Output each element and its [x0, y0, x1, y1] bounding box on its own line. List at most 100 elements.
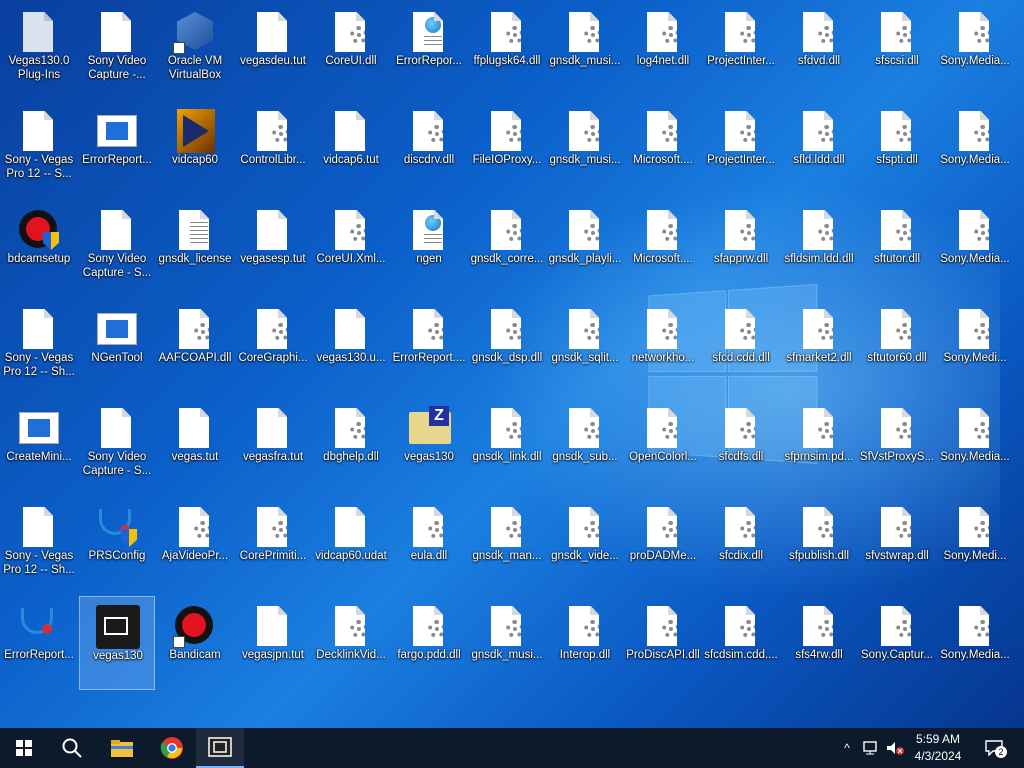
desktop-icon[interactable]: sfspti.dll	[859, 101, 935, 195]
desktop-icon[interactable]: Sony - Vegas Pro 12 -- S...	[1, 101, 77, 195]
desktop-icon[interactable]: vegas130	[391, 398, 467, 492]
desktop-icon[interactable]: gnsdk_musi...	[469, 596, 545, 690]
desktop-icon[interactable]: OpenColorl...	[625, 398, 701, 492]
desktop-icon[interactable]: ngen	[391, 200, 467, 294]
desktop-icon[interactable]: bdcamsetup	[1, 200, 77, 294]
desktop-icon[interactable]: vidcap6.tut	[313, 101, 389, 195]
desktop-icon[interactable]: sftutor60.dll	[859, 299, 935, 393]
action-center-button[interactable]: 2	[978, 728, 1010, 768]
desktop-icon[interactable]: eula.dll	[391, 497, 467, 591]
desktop-icon[interactable]: Sony.Media...	[937, 200, 1013, 294]
desktop-icon[interactable]: vidcap60	[157, 101, 233, 195]
desktop-icon[interactable]: gnsdk_sub...	[547, 398, 623, 492]
desktop-icon[interactable]: sfpublish.dll	[781, 497, 857, 591]
desktop-icon[interactable]: Sony - Vegas Pro 12 -- Sh...	[1, 299, 77, 393]
desktop-icon[interactable]: Sony.Medi...	[937, 299, 1013, 393]
taskbar-file-explorer[interactable]	[98, 728, 146, 768]
desktop-icon[interactable]: networkho...	[625, 299, 701, 393]
desktop-icon[interactable]: sfld.ldd.dll	[781, 101, 857, 195]
desktop-icon[interactable]: sfcdfs.dll	[703, 398, 779, 492]
desktop-icon[interactable]: Oracle VM VirtualBox	[157, 2, 233, 96]
desktop-icon[interactable]: vegasdeu.tut	[235, 2, 311, 96]
desktop-icon[interactable]: Sony.Media...	[937, 2, 1013, 96]
desktop-icon[interactable]: sfldsim.ldd.dll	[781, 200, 857, 294]
desktop-icon[interactable]: ProDiscAPI.dll	[625, 596, 701, 690]
desktop-icon[interactable]: Sony Video Capture - S...	[79, 398, 155, 492]
desktop-icon[interactable]: gnsdk_playli...	[547, 200, 623, 294]
desktop-icon[interactable]: gnsdk_link.dll	[469, 398, 545, 492]
desktop-icon[interactable]: AjaVideoPr...	[157, 497, 233, 591]
desktop-icon[interactable]: Microsoft....	[625, 101, 701, 195]
desktop-icon[interactable]: gnsdk_musi...	[547, 101, 623, 195]
desktop-icon[interactable]: sftutor.dll	[859, 200, 935, 294]
desktop-icon[interactable]: Sony Video Capture -...	[79, 2, 155, 96]
show-hidden-icons-button[interactable]: ^	[836, 728, 858, 768]
desktop-icon[interactable]: vegas130.u...	[313, 299, 389, 393]
desktop-icon[interactable]: CoreUI.dll	[313, 2, 389, 96]
desktop-icon[interactable]: Sony.Captur...	[859, 596, 935, 690]
desktop-icon[interactable]: Sony Video Capture - S...	[79, 200, 155, 294]
desktop-icon[interactable]: ErrorReport...	[1, 596, 77, 690]
desktop-icon[interactable]: vegasjpn.tut	[235, 596, 311, 690]
desktop-icon[interactable]: ErrorReport...	[79, 101, 155, 195]
desktop-icon[interactable]: sfcd.cdd.dll	[703, 299, 779, 393]
desktop-icon[interactable]: CreateMini...	[1, 398, 77, 492]
desktop-icon[interactable]: Sony.Media...	[937, 596, 1013, 690]
desktop-icon[interactable]: AAFCOAPI.dll	[157, 299, 233, 393]
desktop-icon[interactable]: vegas130	[79, 596, 155, 690]
desktop-icon[interactable]: CorePrimiti...	[235, 497, 311, 591]
desktop-icon[interactable]: Sony - Vegas Pro 12 -- Sh...	[1, 497, 77, 591]
desktop-icon[interactable]: Microsoft....	[625, 200, 701, 294]
desktop-icon[interactable]: sfapprw.dll	[703, 200, 779, 294]
desktop-icon[interactable]: sfs4rw.dll	[781, 596, 857, 690]
start-button[interactable]	[0, 728, 48, 768]
desktop-icon[interactable]: SfVstProxyS...	[859, 398, 935, 492]
desktop-icon[interactable]: NGenTool	[79, 299, 155, 393]
desktop-icon[interactable]: fargo.pdd.dll	[391, 596, 467, 690]
desktop-icon[interactable]: PRSConfig	[79, 497, 155, 591]
desktop-icon[interactable]: vidcap60.udat	[313, 497, 389, 591]
volume-button[interactable]	[884, 728, 906, 768]
clock[interactable]: 5:59 AM 4/3/2024	[906, 731, 970, 765]
desktop-icon[interactable]: DecklinkVid...	[313, 596, 389, 690]
desktop-icon[interactable]: ErrorRepor...	[391, 2, 467, 96]
desktop-icon[interactable]: gnsdk_vide...	[547, 497, 623, 591]
taskbar-google-chrome[interactable]	[148, 728, 196, 768]
desktop-icon[interactable]: gnsdk_corre...	[469, 200, 545, 294]
desktop-icon[interactable]: Vegas130.0 Plug-Ins	[1, 2, 77, 96]
search-button[interactable]	[48, 728, 96, 768]
desktop-icon[interactable]: Bandicam	[157, 596, 233, 690]
desktop-icon[interactable]: discdrv.dll	[391, 101, 467, 195]
desktop-icon[interactable]: sfvstwrap.dll	[859, 497, 935, 591]
desktop-icon[interactable]: ErrorReport....	[391, 299, 467, 393]
network-button[interactable]	[860, 728, 882, 768]
desktop-icon[interactable]: sfscsi.dll	[859, 2, 935, 96]
desktop-icon[interactable]: ffplugsk64.dll	[469, 2, 545, 96]
desktop-icon[interactable]: vegas.tut	[157, 398, 233, 492]
desktop-icon[interactable]: sfprnsim.pd...	[781, 398, 857, 492]
desktop-icon[interactable]: sfmarket2.dll	[781, 299, 857, 393]
desktop-icon[interactable]: CoreGraphi...	[235, 299, 311, 393]
desktop[interactable]: Vegas130.0 Plug-Ins Sony - Vegas Pro 12 -…	[0, 0, 1024, 728]
desktop-icon[interactable]: vegasfra.tut	[235, 398, 311, 492]
desktop-icon[interactable]: FileIOProxy...	[469, 101, 545, 195]
desktop-icon[interactable]: gnsdk_man...	[469, 497, 545, 591]
desktop-icon[interactable]: sfdvd.dll	[781, 2, 857, 96]
desktop-icon[interactable]: sfcdsim.cdd....	[703, 596, 779, 690]
desktop-icon[interactable]: ProjectInter...	[703, 2, 779, 96]
desktop-icon[interactable]: Sony.Medi...	[937, 497, 1013, 591]
desktop-icon[interactable]: log4net.dll	[625, 2, 701, 96]
desktop-icon[interactable]: gnsdk_dsp.dll	[469, 299, 545, 393]
desktop-icon[interactable]: gnsdk_musi...	[547, 2, 623, 96]
desktop-icon[interactable]: ProjectInter...	[703, 101, 779, 195]
desktop-icon[interactable]: Interop.dll	[547, 596, 623, 690]
desktop-icon[interactable]: Sony.Media...	[937, 101, 1013, 195]
desktop-icon[interactable]: proDADMe...	[625, 497, 701, 591]
desktop-icon[interactable]: sfcdix.dll	[703, 497, 779, 591]
desktop-icon[interactable]: ControlLibr...	[235, 101, 311, 195]
desktop-icon[interactable]: dbghelp.dll	[313, 398, 389, 492]
desktop-icon[interactable]: Sony.Media...	[937, 398, 1013, 492]
desktop-icon[interactable]: vegasesp.tut	[235, 200, 311, 294]
desktop-icon[interactable]: gnsdk_sqlit...	[547, 299, 623, 393]
desktop-icon[interactable]: CoreUI.Xml...	[313, 200, 389, 294]
